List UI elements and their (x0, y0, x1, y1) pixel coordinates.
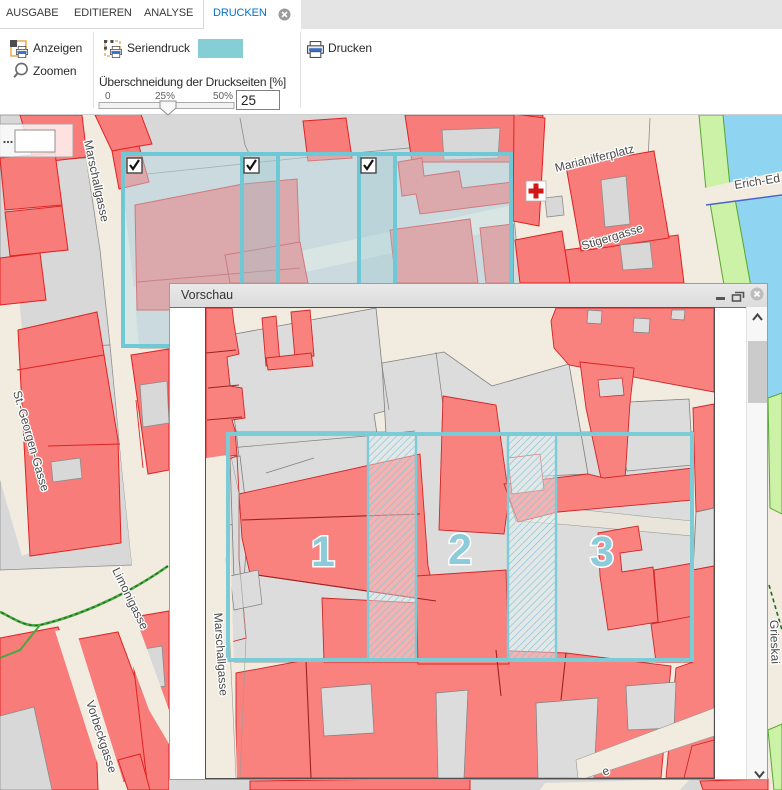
svg-text:3: 3 (590, 528, 614, 576)
svg-text:2: 2 (448, 526, 472, 574)
svg-text:Grieskai: Grieskai (767, 620, 782, 664)
svg-text:1: 1 (311, 528, 335, 576)
